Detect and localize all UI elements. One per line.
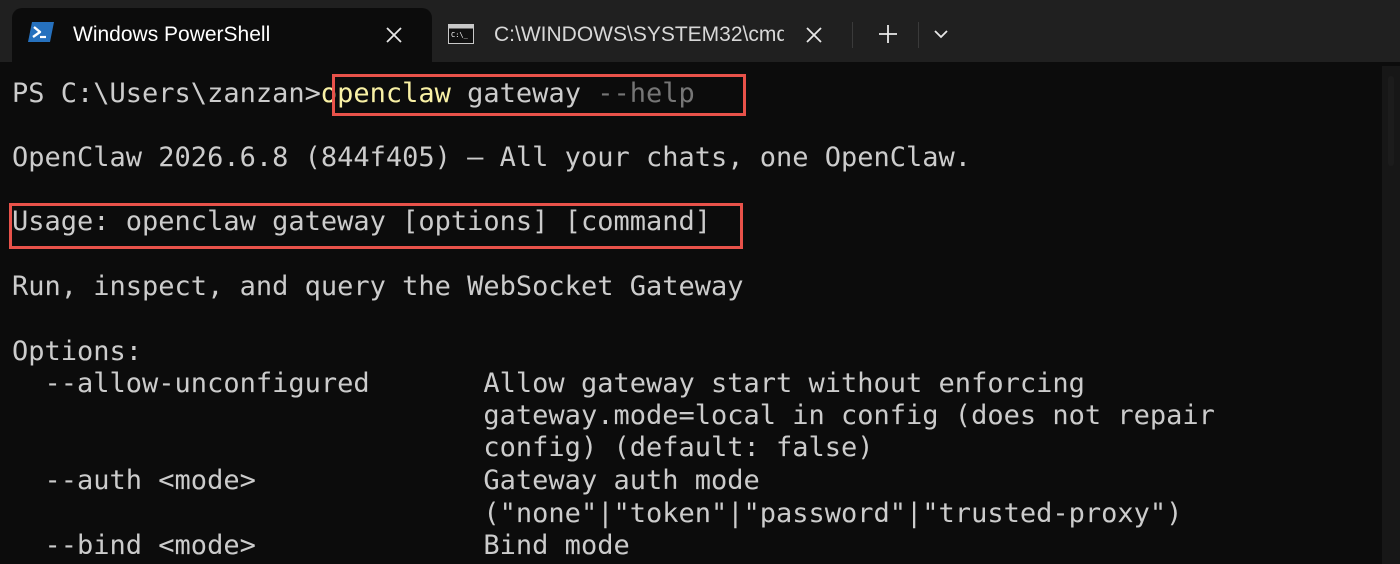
tab-cmd[interactable]: C:\_ C:\WINDOWS\SYSTEM32\cmd.e	[434, 8, 844, 62]
command-highlight-box	[332, 74, 746, 116]
scrollbar-thumb[interactable]	[1388, 76, 1394, 166]
option-line: --bind <mode> Bind mode	[12, 530, 630, 562]
option-desc: config) (default: false)	[483, 432, 874, 463]
description-line: Run, inspect, and query the WebSocket Ga…	[12, 271, 744, 302]
option-desc: ("none"|"token"|"password"|"trusted-prox…	[483, 498, 1183, 529]
cmd-icon: C:\_	[448, 24, 474, 44]
option-desc: gateway.mode=local in config (does not r…	[483, 400, 1215, 431]
new-tab-button[interactable]	[868, 16, 908, 52]
close-icon[interactable]	[804, 25, 824, 45]
banner-line: OpenClaw 2026.6.8 (844f405) — All your c…	[12, 142, 972, 173]
tab-windows-powershell[interactable]: Windows PowerShell	[12, 8, 432, 62]
option-desc: Gateway auth mode	[483, 465, 760, 496]
option-flag: --auth <mode>	[12, 465, 484, 496]
tab-bar: Windows PowerShell C:\_ C:\WINDOWS\SYSTE…	[0, 0, 1400, 62]
option-line: ("none"|"token"|"password"|"trusted-prox…	[12, 498, 1182, 530]
close-icon[interactable]	[384, 25, 404, 45]
option-flag: --bind <mode>	[12, 530, 484, 561]
plus-icon	[879, 25, 897, 43]
option-desc: Bind mode	[483, 530, 630, 561]
option-flag	[12, 400, 483, 431]
dropdown-divider	[918, 22, 919, 48]
terminal-scrollbar[interactable]	[1382, 66, 1400, 564]
options-header: Options:	[12, 336, 143, 367]
tab-divider	[852, 22, 853, 48]
tab-title: Windows PowerShell	[73, 23, 271, 46]
tab-dropdown-button[interactable]	[924, 16, 958, 52]
usage-highlight-box	[9, 203, 743, 249]
option-line: --allow-unconfigured Allow gateway start…	[12, 368, 1085, 400]
option-line: gateway.mode=local in config (does not r…	[12, 400, 1215, 432]
option-line: config) (default: false)	[12, 432, 874, 464]
svg-text:C:\_: C:\_	[451, 31, 469, 39]
option-flag	[12, 432, 483, 463]
option-flag: --allow-unconfigured	[12, 368, 484, 399]
terminal-output[interactable]: PS C:\Users\zanzan>openclaw gateway --he…	[0, 62, 1400, 564]
powershell-icon	[28, 22, 54, 42]
option-line: --auth <mode> Gateway auth mode	[12, 465, 760, 497]
prompt: PS C:\Users\zanzan>	[12, 78, 321, 109]
option-flag	[12, 498, 483, 529]
chevron-down-icon	[934, 30, 948, 39]
tab-title: C:\WINDOWS\SYSTEM32\cmd.e	[494, 23, 784, 46]
option-desc: Allow gateway start without enforcing	[483, 368, 1085, 399]
